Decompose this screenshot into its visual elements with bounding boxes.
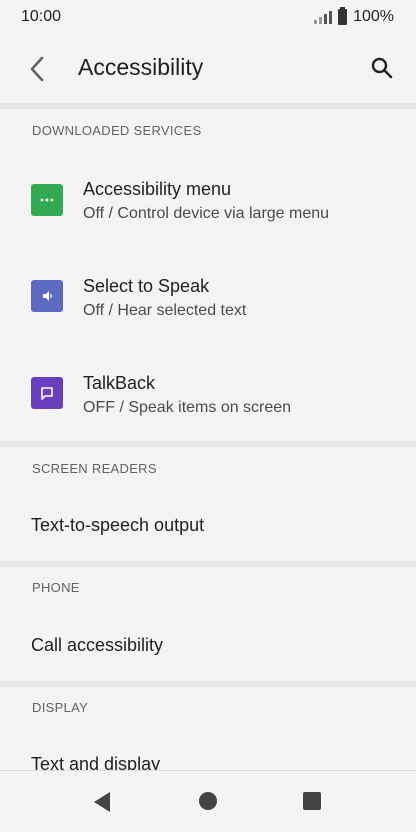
list-item-title: Accessibility menu	[83, 179, 232, 199]
divider	[0, 103, 416, 109]
search-button[interactable]	[366, 52, 398, 84]
list-item-accessibility-menu[interactable]: Accessibility menu Off / Control device …	[0, 154, 416, 246]
battery-icon	[338, 7, 348, 25]
arrow-back-icon	[30, 56, 44, 82]
list-item-text-and-display[interactable]: Text and display	[0, 736, 416, 770]
search-icon	[371, 57, 393, 79]
accessibility-menu-icon	[31, 184, 63, 216]
list-item-title: Text-to-speech output	[31, 515, 205, 535]
status-bar: 10:00 100%	[0, 0, 416, 34]
battery-percentage: 100%	[353, 8, 394, 25]
back-button[interactable]	[22, 52, 52, 86]
list-item-title: TalkBack	[83, 373, 156, 393]
app-bar: Accessibility	[0, 34, 416, 104]
list-item-talkback[interactable]: TalkBack OFF / Speak items on screen	[0, 348, 416, 440]
signal-icon	[314, 10, 333, 24]
select-to-speak-icon	[31, 280, 63, 312]
list-item-select-to-speak[interactable]: Select to Speak Off / Hear selected text	[0, 251, 416, 343]
divider	[0, 561, 416, 567]
status-time: 10:00	[21, 8, 62, 25]
nav-back-icon[interactable]	[92, 791, 112, 813]
list-item-title: Text and display	[31, 754, 161, 770]
section-header-downloaded-services: DOWNLOADED SERVICES	[32, 123, 202, 138]
list-item-call-accessibility[interactable]: Call accessibility	[0, 617, 416, 677]
section-header-screen-readers: SCREEN READERS	[32, 461, 157, 476]
divider	[0, 681, 416, 687]
section-header-phone: PHONE	[32, 580, 80, 595]
list-item-subtitle: OFF / Speak items on screen	[83, 399, 292, 416]
nav-home-icon[interactable]	[199, 792, 217, 810]
list-item-title: Select to Speak	[83, 276, 210, 296]
list-item-subtitle: Off / Control device via large menu	[83, 205, 330, 222]
talkback-icon	[31, 377, 63, 409]
nav-recents-icon[interactable]	[303, 792, 321, 810]
list-item-subtitle: Off / Hear selected text	[83, 302, 247, 319]
divider	[0, 441, 416, 447]
list-item-title: Call accessibility	[31, 635, 164, 655]
page-title: Accessibility	[78, 54, 204, 80]
navigation-bar	[0, 770, 416, 832]
section-header-display: DISPLAY	[32, 700, 89, 715]
list-item-text-to-speech-output[interactable]: Text-to-speech output	[0, 497, 416, 557]
status-icons: 100%	[314, 7, 394, 26]
